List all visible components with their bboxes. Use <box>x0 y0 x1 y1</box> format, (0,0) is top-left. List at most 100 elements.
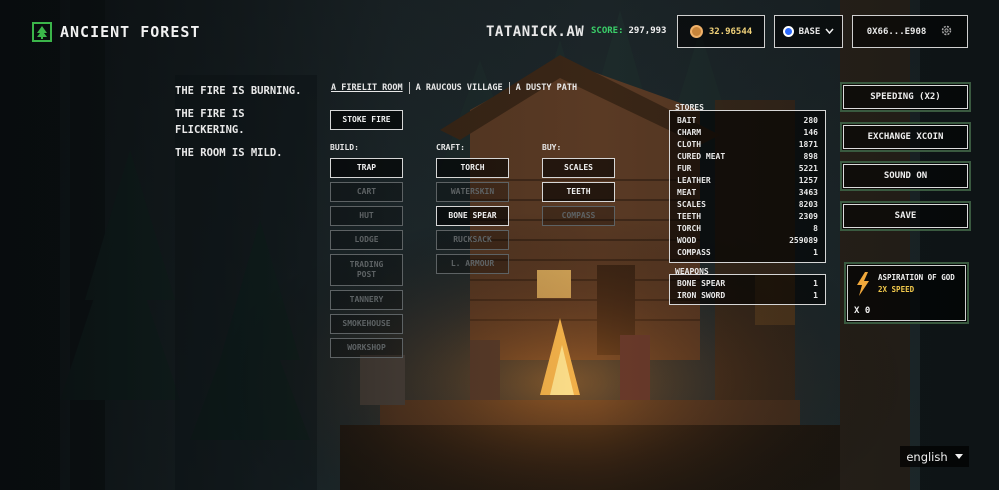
store-item-name: FUR <box>677 164 692 173</box>
store-item-name: TORCH <box>677 224 702 233</box>
score-label: SCORE: <box>591 26 624 36</box>
store-item-name: LEATHER <box>677 176 711 185</box>
store-item-qty: 1871 <box>798 140 818 149</box>
weapon-qty: 1 <box>813 279 818 288</box>
store-item-qty: 1257 <box>798 176 818 185</box>
build-cart-button[interactable]: CART <box>330 182 403 202</box>
perk-card[interactable]: ASPIRATION OF GOD 2X SPEED X 0 <box>844 262 969 324</box>
balance-value: 32.96544 <box>708 26 753 37</box>
build-trap-button[interactable]: TRAP <box>330 158 403 178</box>
store-item-qty: 1 <box>813 248 818 257</box>
store-item-name: WOOD <box>677 236 697 245</box>
store-item-qty: 8 <box>813 224 818 233</box>
store-item-qty: 8203 <box>798 200 818 209</box>
store-row: FUR 5221 <box>677 163 818 175</box>
game-title: ANCIENT FOREST <box>60 23 201 41</box>
perk-subtitle: 2X SPEED <box>878 285 915 294</box>
weapon-row: IRON SWORD 1 <box>677 290 818 302</box>
store-item-name: TEETH <box>677 212 702 221</box>
store-item-name: CLOTH <box>677 140 702 149</box>
store-row: TORCH 8 <box>677 223 818 235</box>
base-network-icon <box>782 26 794 37</box>
exchange-xcoin-button[interactable]: EXCHANGE XCOIN <box>840 122 971 152</box>
craft-rucksack-button[interactable]: RUCKSACK <box>436 230 509 250</box>
store-item-qty: 3463 <box>798 188 818 197</box>
log-entry: THE FIRE IS FLICKERING. <box>175 108 245 136</box>
build-workshop-button[interactable]: WORKSHOP <box>330 338 403 358</box>
build-tannery-button[interactable]: TANNERY <box>330 290 403 310</box>
buy-compass-button[interactable]: COMPASS <box>542 206 615 226</box>
sound-toggle-button[interactable]: SOUND ON <box>840 161 971 191</box>
coin-icon <box>689 25 703 38</box>
wallet-address: 0X66...E908 <box>866 26 927 37</box>
store-row: LEATHER 1257 <box>677 175 818 187</box>
build-lodge-button[interactable]: LODGE <box>330 230 403 250</box>
craft-torch-button[interactable]: TORCH <box>436 158 509 178</box>
store-row: CURED MEAT 898 <box>677 151 818 163</box>
store-item-qty: 280 <box>803 116 818 125</box>
store-item-name: BAIT <box>677 116 697 125</box>
weapon-name: BONE SPEAR <box>677 279 726 288</box>
weapon-name: IRON SWORD <box>677 291 726 300</box>
game-logo[interactable]: ANCIENT FOREST <box>32 22 200 42</box>
store-item-qty: 259089 <box>789 236 818 245</box>
buy-teeth-button[interactable]: TEETH <box>542 182 615 202</box>
store-item-qty: 2309 <box>798 212 818 221</box>
event-log: THE FIRE IS BURNING. THE FIRE IS FLICKER… <box>175 83 315 168</box>
weapons-panel: BONE SPEAR 1 IRON SWORD 1 <box>669 274 826 305</box>
weapon-qty: 1 <box>813 291 818 300</box>
store-row: SCALES 8203 <box>677 199 818 211</box>
balance-box[interactable]: 32.96544 <box>677 15 765 48</box>
perk-count: X 0 <box>854 306 871 316</box>
tree-icon <box>32 22 52 42</box>
store-row: TEETH 2309 <box>677 211 818 223</box>
build-trading-post-button[interactable]: TRADING POST <box>330 254 403 286</box>
craft-bone-spear-button[interactable]: BONE SPEAR <box>436 206 509 226</box>
store-item-qty: 5221 <box>798 164 818 173</box>
store-row: WOOD 259089 <box>677 235 818 247</box>
stores-panel: BAIT 280 CHARM 146 CLOTH 1871 CURED MEAT 898… <box>669 110 826 263</box>
tab-firelit-room[interactable]: A FIRELIT ROOM <box>331 83 409 93</box>
craft-leather-armour-button[interactable]: L. ARMOUR <box>436 254 509 274</box>
log-entry: THE FIRE IS BURNING. <box>175 85 302 97</box>
language-selector[interactable]: english <box>900 446 969 467</box>
store-item-name: CURED MEAT <box>677 152 726 161</box>
location-tabs: A FIRELIT ROOM A RAUCOUS VILLAGE A DUSTY… <box>331 82 583 94</box>
network-selector[interactable]: BASE <box>774 15 843 48</box>
buy-scales-button[interactable]: SCALES <box>542 158 615 178</box>
speeding-button[interactable]: SPEEDING (X2) <box>840 82 971 112</box>
network-label: BASE <box>798 26 821 37</box>
caret-down-icon <box>954 454 963 459</box>
store-row: BAIT 280 <box>677 115 818 127</box>
perk-title: ASPIRATION OF GOD <box>878 273 955 282</box>
store-row: COMPASS 1 <box>677 247 818 259</box>
score-value: 297,993 <box>628 26 667 36</box>
build-hut-button[interactable]: HUT <box>330 206 403 226</box>
store-item-name: SCALES <box>677 200 706 209</box>
gear-icon[interactable] <box>940 24 953 40</box>
build-label: BUILD: <box>330 143 359 152</box>
craft-waterskin-button[interactable]: WATERSKIN <box>436 182 509 202</box>
build-smokehouse-button[interactable]: SMOKEHOUSE <box>330 314 403 334</box>
tab-dusty-path[interactable]: A DUSTY PATH <box>510 83 583 93</box>
store-item-name: COMPASS <box>677 248 711 257</box>
store-item-qty: 146 <box>803 128 818 137</box>
save-button[interactable]: SAVE <box>840 201 971 231</box>
username: TATANICK.AW <box>486 24 585 40</box>
store-row: CLOTH 1871 <box>677 139 818 151</box>
buy-label: BUY: <box>542 143 562 152</box>
lightning-bolt-icon <box>857 272 869 296</box>
craft-label: CRAFT: <box>436 143 465 152</box>
stoke-fire-button[interactable]: STOKE FIRE <box>330 110 403 130</box>
chevron-down-icon <box>825 27 834 37</box>
weapon-row: BONE SPEAR 1 <box>677 278 818 290</box>
store-item-qty: 898 <box>803 152 818 161</box>
store-item-name: MEAT <box>677 188 697 197</box>
store-row: MEAT 3463 <box>677 187 818 199</box>
wallet-button[interactable]: 0X66...E908 <box>852 15 968 48</box>
language-label: english <box>906 449 948 464</box>
score: SCORE: 297,993 <box>591 26 666 36</box>
store-item-name: CHARM <box>677 128 702 137</box>
tab-raucous-village[interactable]: A RAUCOUS VILLAGE <box>410 83 509 93</box>
log-entry: THE ROOM IS MILD. <box>175 147 283 159</box>
